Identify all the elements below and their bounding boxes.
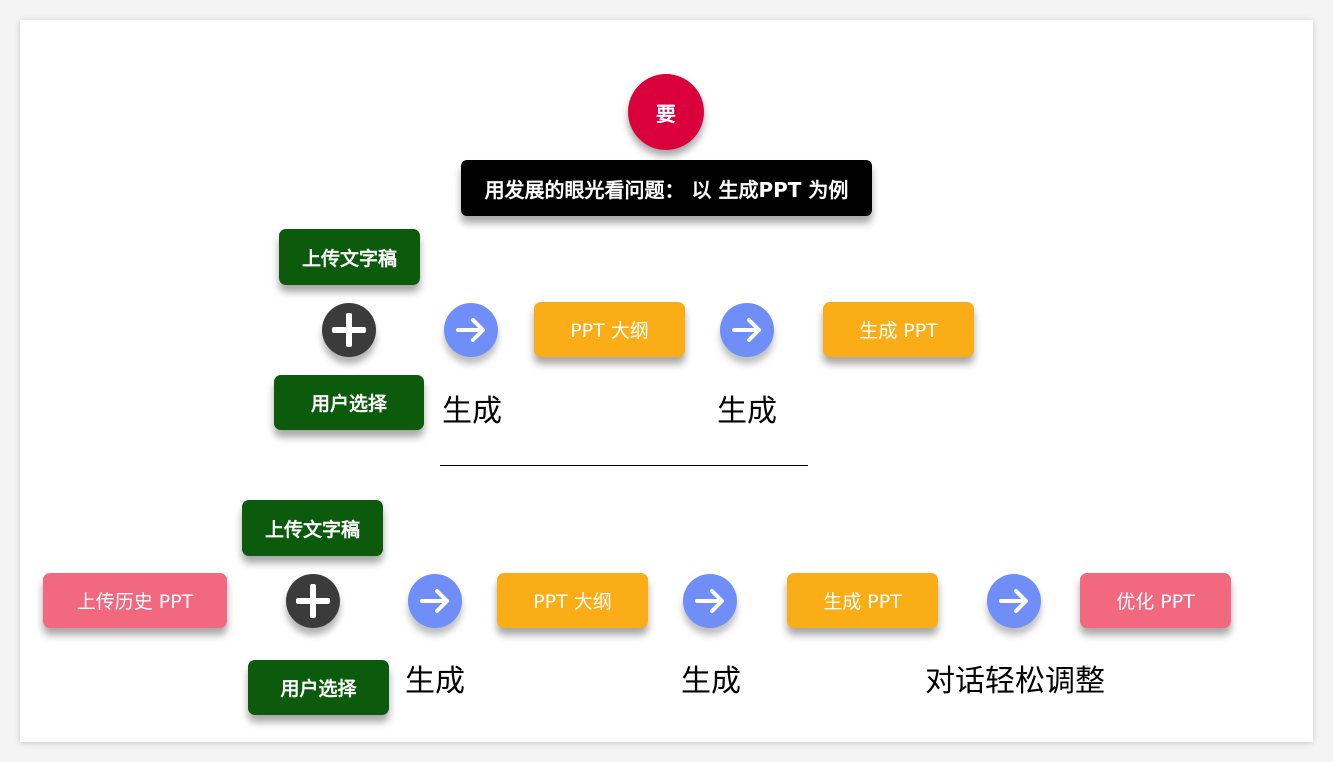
row2-arrow-icon-2 xyxy=(683,574,737,628)
row1-generate-label-2: 生成 xyxy=(717,394,777,429)
row2-plus-icon xyxy=(286,574,340,628)
row1-generate-ppt-box: 生成 PPT xyxy=(823,302,974,357)
row2-upload-history-box: 上传历史 PPT xyxy=(43,573,227,628)
row1-arrow-icon-2 xyxy=(720,303,774,357)
row2-optimize-ppt-box: 优化 PPT xyxy=(1080,573,1231,628)
section-divider xyxy=(440,465,808,466)
diagram-title: 用发展的眼光看问题： 以 生成PPT 为例 xyxy=(461,160,872,216)
row2-ppt-outline-box: PPT 大纲 xyxy=(497,573,648,628)
row2-upload-draft-box: 上传文字稿 xyxy=(242,500,383,556)
row1-upload-draft-box: 上传文字稿 xyxy=(279,229,420,285)
row1-generate-label-1: 生成 xyxy=(442,394,502,429)
top-marker-circle: 要 xyxy=(628,74,704,150)
row1-user-choice-box: 用户选择 xyxy=(274,375,424,430)
row2-generate-label-2: 生成 xyxy=(681,664,741,699)
row1-ppt-outline-box: PPT 大纲 xyxy=(534,302,685,357)
row1-arrow-icon-1 xyxy=(444,303,498,357)
row2-arrow-icon-1 xyxy=(408,574,462,628)
row2-generate-ppt-box: 生成 PPT xyxy=(787,573,938,628)
row1-plus-icon xyxy=(322,303,376,357)
row2-user-choice-box: 用户选择 xyxy=(248,660,389,715)
row2-arrow-icon-3 xyxy=(987,574,1041,628)
row2-adjust-label: 对话轻松调整 xyxy=(925,664,1105,699)
row2-generate-label-1: 生成 xyxy=(405,664,465,699)
